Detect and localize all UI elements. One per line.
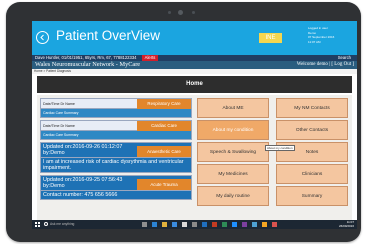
edge-icon[interactable]	[152, 222, 157, 227]
care-row-summary: Cardiac Care Summary	[40, 131, 192, 140]
care-row-summary: Cardiac Care Summary	[40, 109, 192, 118]
user-info-time: 11:07 AM	[308, 39, 321, 44]
breadcrumb[interactable]: Home > Patient Diagnosis	[32, 69, 357, 74]
page-title: Home	[37, 76, 352, 93]
onenote-icon[interactable]	[242, 222, 247, 227]
anaesthetic-care-tag[interactable]: Anaesthetic Care	[137, 146, 191, 157]
network-title: Wales Neuromuscular Network - MyCare	[35, 61, 141, 68]
anaesthetic-updated: Updated on:2016-09-26 01:12:07 by:Demo A…	[40, 142, 192, 158]
home-panel: Date/Time Dr Name Respiratory Care Cardi…	[37, 95, 352, 223]
clock-date: 26/09/2016	[338, 223, 354, 228]
file-explorer-icon[interactable]	[162, 222, 167, 227]
camera	[178, 10, 183, 15]
taskbar-search[interactable]: Ask me anything	[50, 222, 74, 227]
back-arrow-icon	[40, 34, 44, 41]
tile-speech-swallowing[interactable]: Speech & Swallowing	[197, 142, 269, 162]
care-summary-list: Date/Time Dr Name Respiratory Care Cardi…	[40, 98, 192, 202]
screen: Patient OverView INE Logged in user Demo…	[32, 21, 357, 229]
ine-badge[interactable]: INE	[259, 33, 282, 43]
sensor-dot	[168, 11, 171, 14]
acute-trauma-tag[interactable]: Acute Trauma	[137, 179, 191, 191]
cardiac-care-tag[interactable]: Cardiac Care	[137, 121, 191, 131]
anaesthetic-note: I am at increased risk of cardiac dysryt…	[40, 158, 192, 174]
browser-icon[interactable]	[232, 222, 237, 227]
respiratory-care-tag[interactable]: Respiratory Care	[137, 99, 191, 109]
welcome-logout[interactable]: Welcome demo | [ Log Out ]	[297, 61, 354, 69]
app-header: Patient OverView INE Logged in user Demo…	[32, 21, 357, 55]
care-row-meta: Date/Time Dr Name	[43, 102, 75, 106]
windows-start-icon[interactable]	[35, 222, 40, 227]
hover-tooltip: About my condition	[265, 145, 295, 151]
mic-icon[interactable]	[142, 222, 147, 227]
back-button[interactable]	[36, 31, 49, 44]
care-row-header: Date/Time Dr Name Cardiac Care	[40, 120, 192, 131]
user-info: Logged in user Demo 07 September 2016 11…	[308, 26, 356, 44]
tile-about-me[interactable]: About ME	[197, 98, 269, 118]
mail-icon[interactable]	[182, 222, 187, 227]
tile-my-nm-contacts[interactable]: My NM Contacts	[276, 98, 348, 118]
tile-other-contacts[interactable]: Other Contacts	[276, 120, 348, 140]
word-icon[interactable]	[202, 222, 207, 227]
trauma-updated-text: Updated on:2016-09-25 07:56:43 by:Demo	[43, 177, 123, 190]
office-icon[interactable]	[212, 222, 217, 227]
app-icon[interactable]	[272, 222, 277, 227]
app-icon[interactable]	[192, 222, 197, 227]
tile-about-my-condition[interactable]: About my condition	[197, 120, 269, 140]
trauma-note: Contact number: 475 656 5666	[40, 191, 192, 201]
windows-taskbar: Ask me anything 11:07 26/09/2016	[32, 220, 357, 229]
system-clock[interactable]: 11:07 26/09/2016	[338, 220, 354, 228]
patient-details: Dave Huntler, 01/01/1951, 65yrs, Rm, 67,…	[35, 55, 137, 60]
network-bar: Wales Neuromuscular Network - MyCare Wel…	[32, 61, 357, 69]
care-row-meta: Date/Time Dr Name	[43, 124, 75, 128]
sensor-dot	[192, 11, 195, 14]
excel-icon[interactable]	[222, 222, 227, 227]
cortana-icon[interactable]	[44, 222, 48, 226]
trauma-updated: Updated on:2016-09-25 07:56:43 by:Demo A…	[40, 175, 192, 192]
store-icon[interactable]	[172, 222, 177, 227]
tile-summary[interactable]: Summary	[276, 186, 348, 206]
tile-clinicians[interactable]: Clinicians	[276, 164, 348, 184]
app-icon[interactable]	[262, 222, 267, 227]
care-row-header: Date/Time Dr Name Respiratory Care	[40, 98, 192, 109]
skype-icon[interactable]	[252, 222, 257, 227]
tile-my-daily-routine[interactable]: My daily routine	[197, 186, 269, 206]
tile-my-medicines[interactable]: My Medicines	[197, 164, 269, 184]
anaesthetic-updated-text: Updated on:2016-09-26 01:12:07 by:Demo	[43, 144, 123, 156]
app-title: Patient OverView	[56, 28, 161, 43]
